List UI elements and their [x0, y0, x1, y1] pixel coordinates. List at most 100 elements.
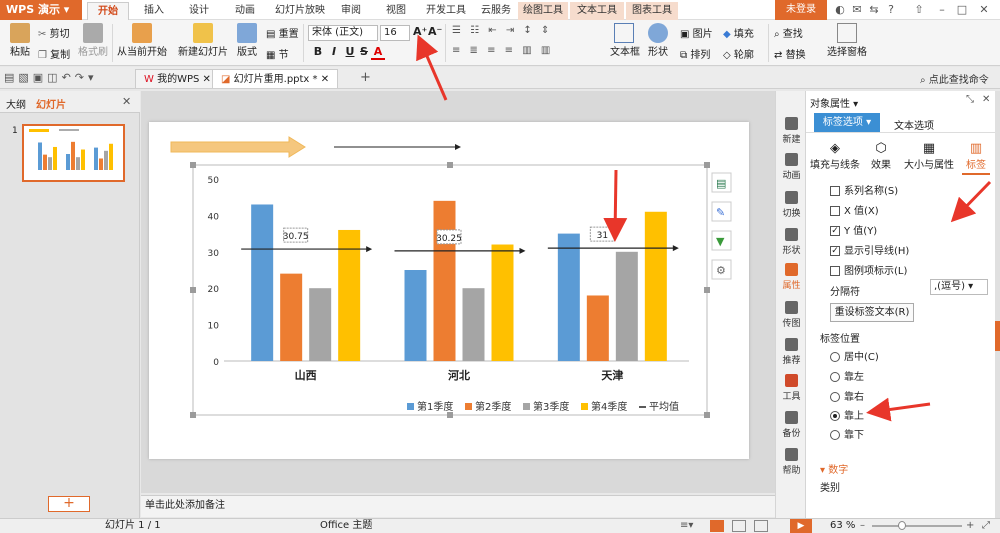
sidebar-item-properties[interactable]: 属性 — [776, 263, 807, 291]
checkbox[interactable] — [830, 206, 840, 216]
sidebar-item-upload[interactable]: 传图 — [776, 301, 807, 329]
arrange-button[interactable]: ⧉ 排列 — [680, 46, 710, 61]
collapse-handle[interactable] — [995, 321, 1000, 351]
close-panel-icon[interactable]: ✕ — [122, 95, 131, 108]
sidebar-item-animation[interactable]: 动画 — [776, 153, 807, 181]
checkbox[interactable] — [830, 266, 840, 276]
radio-below[interactable]: 靠下 — [830, 426, 864, 441]
normal-view-icon[interactable] — [710, 520, 724, 532]
new-tab-icon[interactable]: + — [360, 70, 371, 85]
sidebar-item-help[interactable]: 帮助 — [776, 448, 807, 476]
check-y-value[interactable]: ✓ Y 值(Y) — [830, 222, 877, 237]
underline-button[interactable]: U — [343, 45, 357, 58]
sidebar-item-backup[interactable]: 备份 — [776, 411, 807, 439]
tab-label-options[interactable]: 标签选项 ▾ — [814, 113, 880, 132]
skin-icon[interactable]: ◐ — [833, 3, 847, 17]
sidebar-item-shape[interactable]: 形状 — [776, 228, 807, 256]
font-color-button[interactable]: A — [371, 45, 385, 60]
shape-button[interactable]: 形状 — [644, 23, 672, 58]
paste-button[interactable]: 粘贴 — [6, 23, 34, 58]
shrink-font-icon[interactable]: A⁻ — [428, 25, 442, 38]
copy-button[interactable]: ❐ 复制 — [38, 46, 70, 61]
arrow-shape[interactable] — [170, 136, 306, 158]
textbox-button[interactable]: 文本框 — [610, 23, 640, 58]
command-search[interactable]: ⌕ 点此查找命令 — [920, 71, 989, 86]
font-name-select[interactable]: 宋体 (正文) — [308, 25, 378, 41]
radio[interactable] — [830, 392, 840, 402]
zoom-slider[interactable] — [872, 525, 962, 527]
help-icon[interactable]: ? — [884, 3, 898, 17]
mail-icon[interactable]: ✉ — [850, 3, 864, 17]
separator-select[interactable]: ,(逗号) ▾ — [930, 279, 988, 295]
pin-icon[interactable]: ⤡ — [966, 94, 974, 105]
layout-button[interactable]: 版式 — [234, 23, 260, 58]
close-tab-icon[interactable]: ✕ — [203, 74, 211, 85]
tab-review[interactable]: 审阅 — [336, 2, 366, 20]
sidebar-item-new[interactable]: 新建 — [776, 117, 807, 145]
tab-design[interactable]: 设计 — [180, 2, 218, 20]
zoom-out-icon[interactable]: – — [860, 519, 865, 533]
reset-button[interactable]: ▤ 重置 — [266, 25, 299, 40]
sidebar-item-recommend[interactable]: 推荐 — [776, 338, 807, 366]
select-pane-button[interactable]: 选择窗格 — [826, 23, 868, 58]
zoom-slider-thumb[interactable] — [898, 521, 906, 530]
tab-cloud[interactable]: 云服务 — [476, 2, 516, 20]
radio-left[interactable]: 靠左 — [830, 368, 864, 383]
check-series-name[interactable]: 系列名称(S) — [830, 182, 898, 197]
radio[interactable] — [830, 372, 840, 382]
tab-drawing-tools[interactable]: 绘图工具 — [518, 2, 568, 20]
close-icon[interactable]: ✕ — [982, 94, 990, 105]
add-slide-button[interactable]: + — [48, 496, 90, 512]
check-leader-lines[interactable]: ✓ 显示引导线(H) — [830, 242, 909, 257]
slide-thumbnail[interactable] — [22, 124, 125, 182]
bold-button[interactable]: B — [311, 45, 325, 58]
view-align-icon[interactable]: ≡▾ — [680, 519, 693, 533]
font-size-select[interactable]: 16 — [380, 25, 410, 41]
reading-view-icon[interactable] — [754, 520, 768, 532]
bar-chart[interactable]: 0 10 20 30 40 50 山西 30.75 河北 30.25 天津 31 第1季度 第2季度 第3季… — [190, 162, 710, 418]
restore-icon[interactable]: ⇧ — [912, 3, 926, 17]
radio-above[interactable]: 靠上 — [830, 407, 864, 422]
tab-chart-tools[interactable]: 图表工具 — [626, 2, 678, 20]
subtab-fill-line[interactable]: ◈ 填充与线条 — [810, 141, 860, 171]
slide[interactable]: 0 10 20 30 40 50 山西 30.75 河北 30.25 天津 31 第1季度 第2季度 第3季… — [149, 122, 749, 459]
tab-insert[interactable]: 插入 — [136, 2, 172, 20]
tab-text-options[interactable]: 文本选项 — [894, 117, 934, 132]
login-button[interactable]: 未登录 — [775, 0, 827, 20]
play-slideshow-button[interactable]: ▶ — [790, 519, 812, 533]
radio-selected[interactable] — [830, 411, 840, 421]
close-tab-icon[interactable]: ✕ — [321, 74, 329, 85]
quick-access-icons[interactable]: ▤▧▣◫↶↷▾ — [4, 71, 98, 84]
format-painter-button[interactable]: 格式刷 — [78, 23, 108, 58]
tab-slideshow[interactable]: 幻灯片放映 — [270, 2, 330, 20]
fit-window-icon[interactable]: ⤢ — [982, 519, 990, 533]
new-slide-button[interactable]: 新建幻灯片 — [174, 23, 232, 58]
replace-button[interactable]: ⇄ 替换 — [774, 46, 806, 61]
radio[interactable] — [830, 352, 840, 362]
tab-outline[interactable]: 大纲 — [6, 96, 26, 111]
picture-button[interactable]: ▣ 图片 — [680, 25, 713, 40]
tab-developer[interactable]: 开发工具 — [420, 2, 472, 20]
zoom-in-icon[interactable]: + — [966, 519, 974, 533]
minimize-icon[interactable]: – — [935, 3, 949, 17]
close-icon[interactable]: ✕ — [977, 3, 991, 17]
align-buttons[interactable]: ≡ ≣ ≡ ≡ ▥ ▥ — [452, 45, 602, 59]
reset-label-text-button[interactable]: 重设标签文本(R) — [830, 303, 914, 322]
number-section-toggle[interactable]: ▾ 数字 — [820, 461, 848, 476]
checkbox-checked[interactable]: ✓ — [830, 246, 840, 256]
sidebar-item-tools[interactable]: 工具 — [776, 374, 807, 402]
grow-font-icon[interactable]: A⁺ — [413, 25, 427, 38]
tab-slides[interactable]: 幻灯片 — [36, 96, 66, 111]
check-legend-key[interactable]: 图例项标示(L) — [830, 262, 907, 277]
section-button[interactable]: ▦ 节 — [266, 46, 289, 61]
tab-text-tools[interactable]: 文本工具 — [570, 2, 624, 20]
find-button[interactable]: ⌕ 查找 — [774, 25, 803, 40]
panel-title[interactable]: 对象属性 ▾ — [810, 95, 858, 110]
checkbox-checked[interactable]: ✓ — [830, 226, 840, 236]
subtab-labels[interactable]: ▥ 标签 — [962, 141, 990, 175]
from-current-button[interactable]: 从当前开始 — [117, 23, 167, 58]
fill-button[interactable]: ◆ 填充 — [723, 25, 754, 40]
tab-animation[interactable]: 动画 — [226, 2, 264, 20]
radio-right[interactable]: 靠右 — [830, 388, 864, 403]
app-menu-button[interactable]: WPS 演示 ▾ — [0, 0, 82, 20]
